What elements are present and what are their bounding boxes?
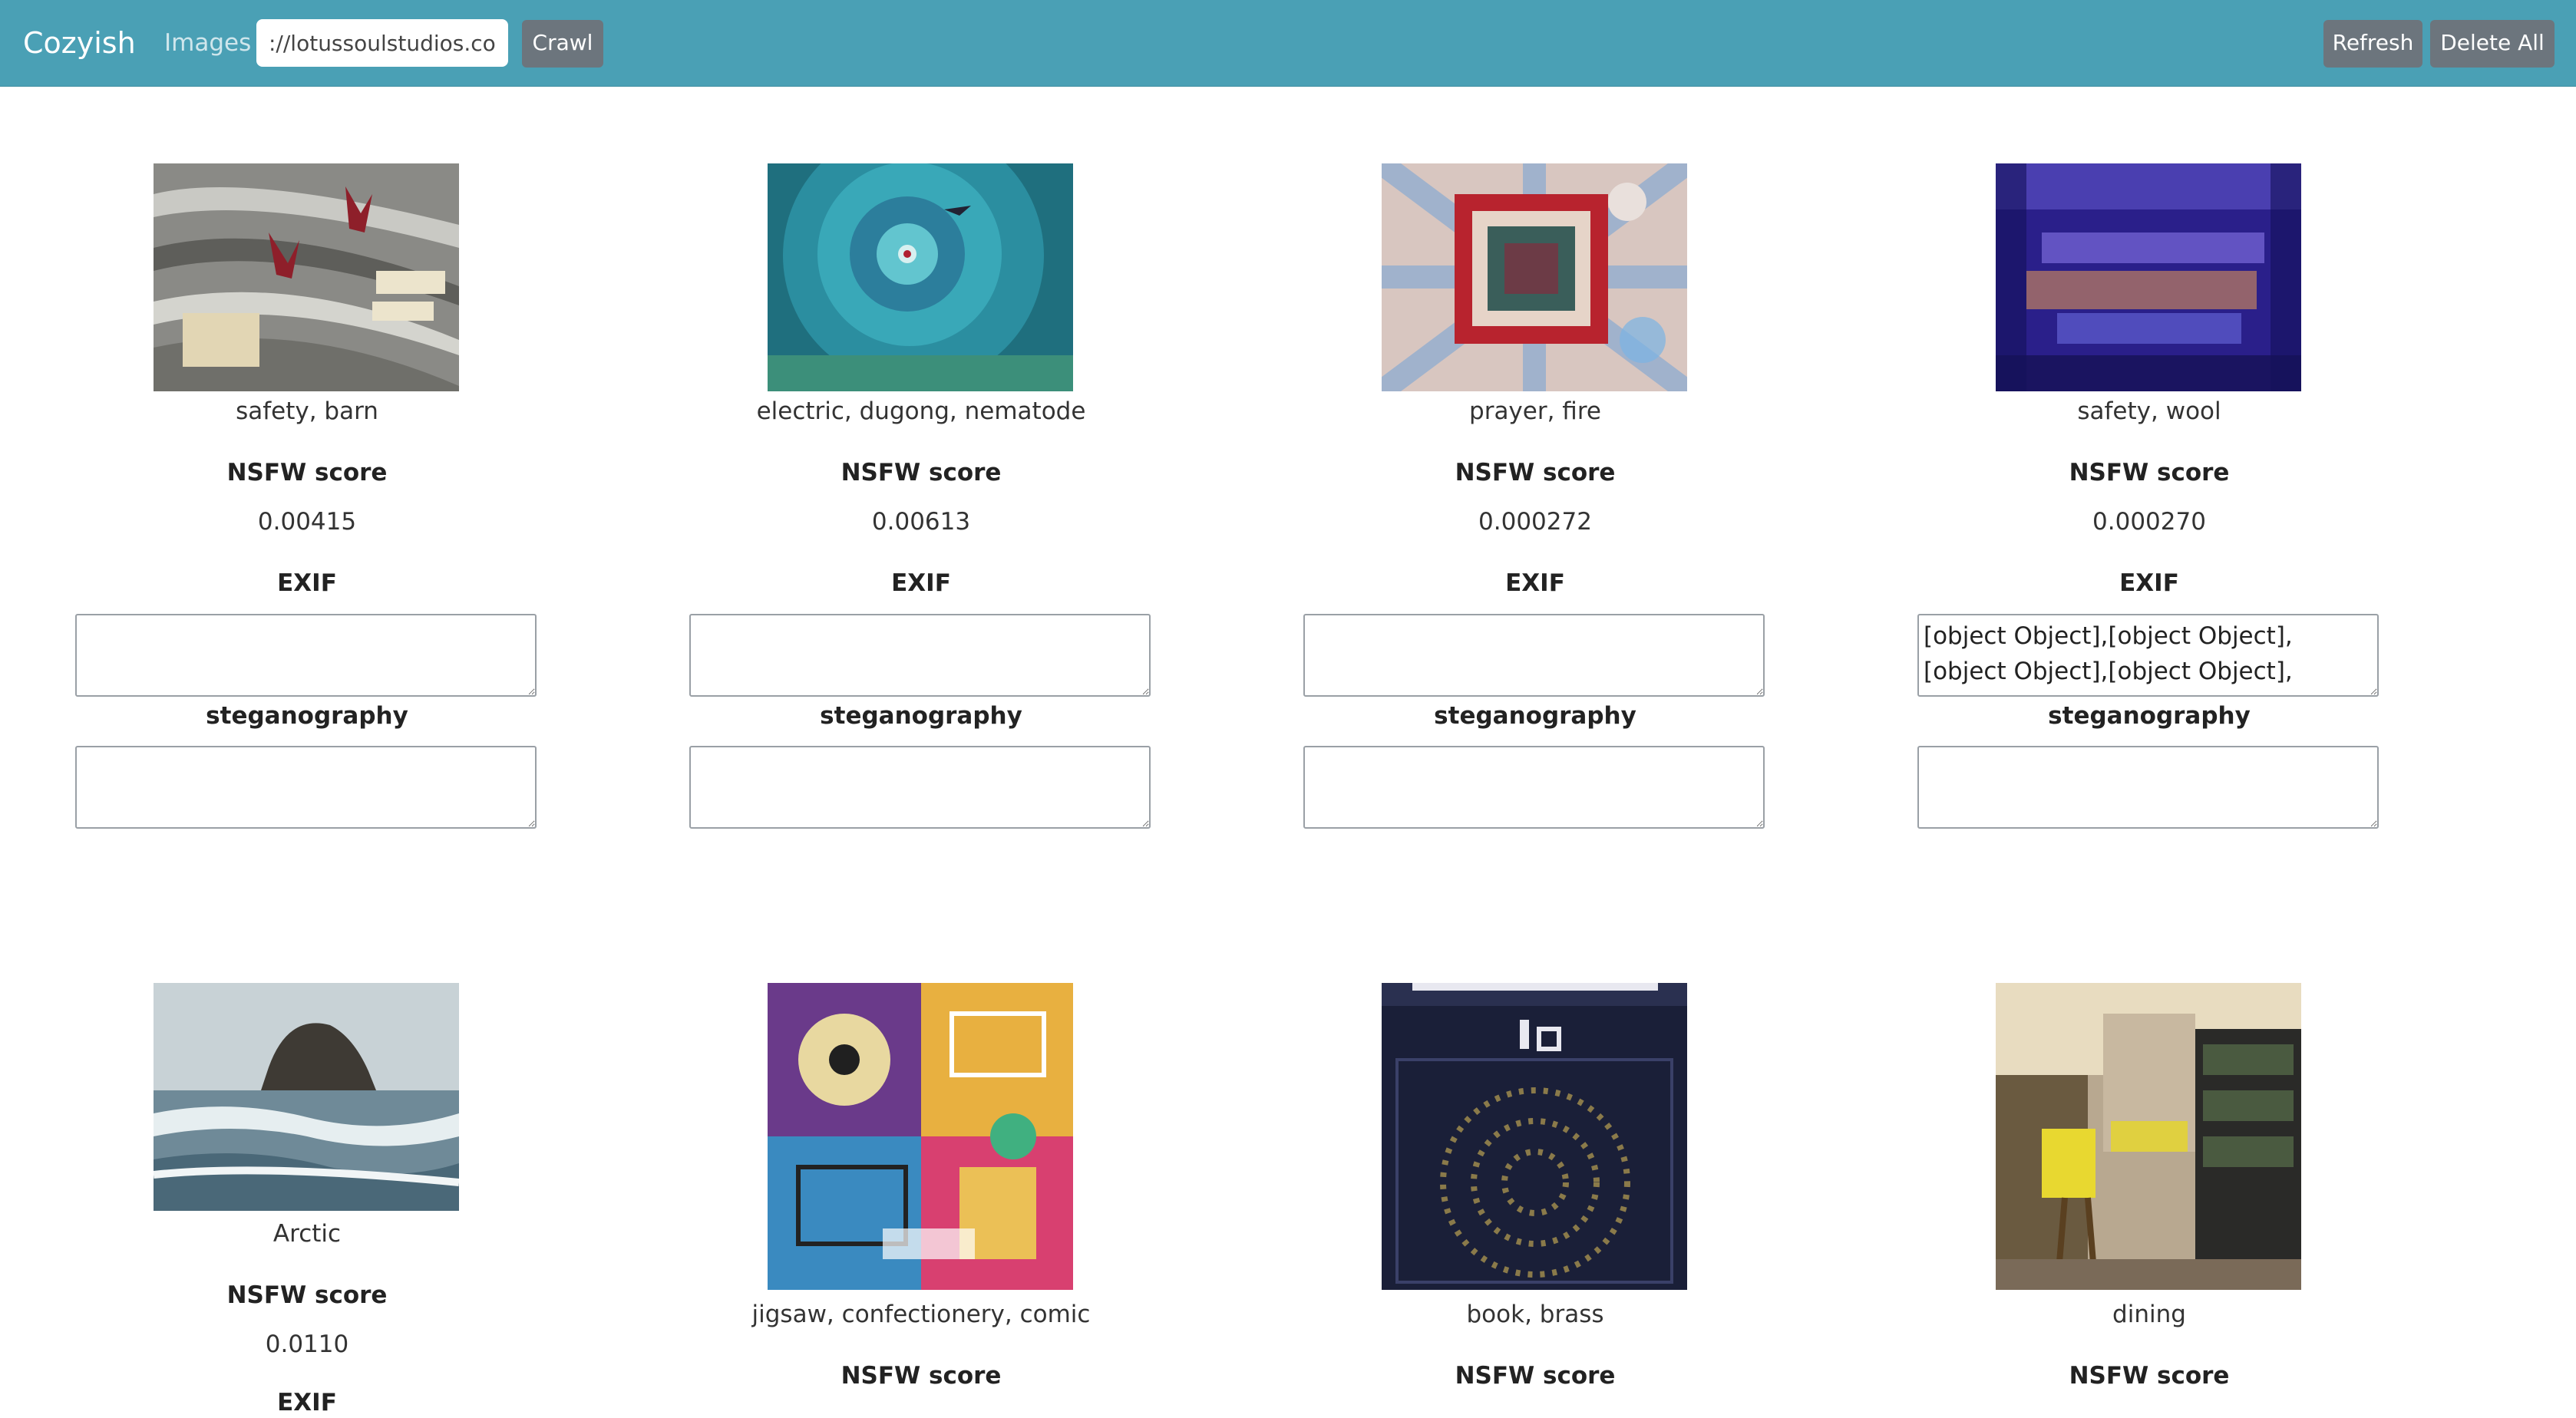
image-tags: safety, barn [236,397,378,425]
nsfw-score-label: NSFW score [841,459,1002,486]
image-thumbnail[interactable] [154,983,459,1211]
image-tags: electric, dugong, nematode [756,397,1086,425]
nsfw-score-label: NSFW score [226,1281,388,1309]
nsfw-score-label: NSFW score [2069,459,2230,486]
crawl-url-input[interactable] [256,19,508,67]
image-tags: dining [2112,1301,2186,1328]
crawl-button[interactable]: Crawl [522,20,603,68]
exif-textarea[interactable] [75,614,537,697]
image-thumbnail[interactable] [1996,983,2301,1290]
image-tags: book, brass [1466,1301,1604,1328]
refresh-button[interactable]: Refresh [2323,20,2422,68]
nsfw-score-label: NSFW score [1455,1362,1616,1390]
nsfw-score-value: 0.0110 [265,1331,349,1358]
exif-textarea[interactable] [689,614,1151,697]
exif-textarea[interactable] [1917,614,2379,697]
image-thumbnail[interactable] [1996,163,2301,391]
exif-label: EXIF [277,1389,337,1416]
delete-all-button[interactable]: Delete All [2430,20,2555,68]
nsfw-score-value: 0.00613 [871,508,971,536]
steganography-label: steganography [2048,702,2251,730]
image-thumbnail[interactable] [768,163,1073,391]
nav-link-images[interactable]: Images [164,18,251,68]
nsfw-score-value: 0.000270 [2092,508,2206,536]
image-tags: jigsaw, confectionery, comic [751,1301,1091,1328]
image-thumbnail[interactable] [1382,983,1687,1290]
image-tags: safety, wool [2077,397,2221,425]
nsfw-score-label: NSFW score [1455,459,1616,486]
steganography-textarea[interactable] [1917,746,2379,829]
image-tags: Arctic [272,1220,342,1248]
nsfw-score-label: NSFW score [2069,1362,2230,1390]
exif-label: EXIF [1505,569,1565,597]
image-thumbnail[interactable] [1382,163,1687,391]
steganography-textarea[interactable] [689,746,1151,829]
exif-label: EXIF [891,569,951,597]
exif-textarea[interactable] [1303,614,1765,697]
exif-label: EXIF [277,569,337,597]
steganography-textarea[interactable] [1303,746,1765,829]
nsfw-score-label: NSFW score [841,1362,1002,1390]
top-navbar: Cozyish Images Crawl Refresh Delete All [0,0,2576,87]
steganography-label: steganography [206,702,408,730]
exif-label: EXIF [2119,569,2179,597]
nsfw-score-value: 0.000272 [1478,508,1592,536]
image-thumbnail[interactable] [154,163,459,391]
steganography-textarea[interactable] [75,746,537,829]
image-thumbnail[interactable] [768,983,1073,1290]
steganography-label: steganography [1434,702,1636,730]
steganography-label: steganography [820,702,1022,730]
image-tags: prayer, fire [1469,397,1601,425]
nsfw-score-value: 0.00415 [257,508,357,536]
brand-logo[interactable]: Cozyish [23,18,136,68]
nsfw-score-label: NSFW score [226,459,388,486]
